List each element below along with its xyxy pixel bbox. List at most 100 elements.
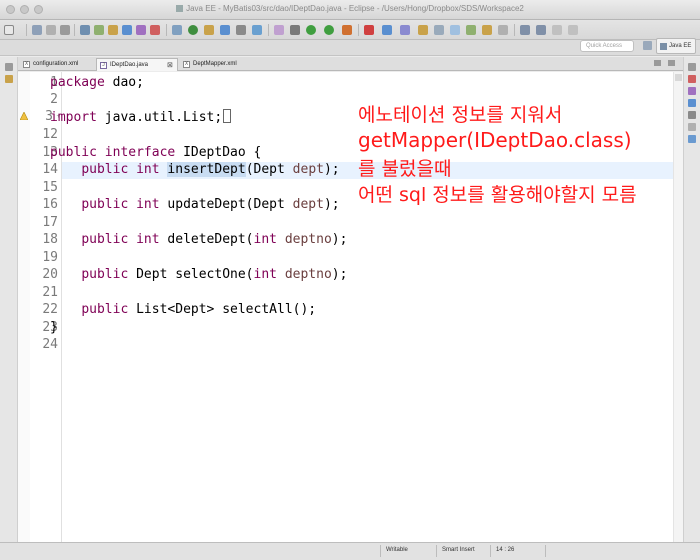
line-number: 15 <box>42 180 58 195</box>
open-task-icon[interactable] <box>220 25 230 35</box>
folder-icon[interactable] <box>108 25 118 35</box>
code-line: } <box>50 320 58 335</box>
code-line: public Dept selectOne(int deptno); <box>81 267 348 282</box>
status-separator <box>436 545 437 557</box>
status-separator <box>490 545 491 557</box>
toolbar-separator <box>26 24 27 36</box>
server-icon[interactable] <box>80 25 90 35</box>
next-annotation-icon[interactable] <box>520 25 530 35</box>
overview-ruler[interactable] <box>673 72 683 542</box>
document-icon <box>176 5 184 12</box>
toolbar-separator <box>268 24 269 36</box>
save-all-icon[interactable] <box>46 25 56 35</box>
status-separator <box>380 545 381 557</box>
data-source-icon[interactable] <box>688 123 696 131</box>
open-type-icon[interactable] <box>204 25 214 35</box>
cursor-position: 14 : 26 <box>496 547 515 553</box>
code-line: package dao; <box>50 75 144 90</box>
maximize-editor-icon[interactable] <box>668 60 675 66</box>
new-class-icon[interactable] <box>400 25 410 35</box>
search-icon[interactable] <box>236 25 246 35</box>
stop-icon[interactable] <box>150 25 160 35</box>
package-icon[interactable] <box>136 25 146 35</box>
properties-icon[interactable] <box>688 99 696 107</box>
java-ee-perspective-button[interactable]: Java EE <box>656 38 696 54</box>
profile-icon[interactable] <box>342 25 352 35</box>
title-bar: Java EE - MyBatis03/src/dao/IDeptDao.jav… <box>0 0 700 20</box>
restore-icon[interactable] <box>688 63 696 71</box>
annotation-text: getMapper(IDeptDao.class) <box>358 128 632 152</box>
run-external-icon[interactable] <box>188 25 198 35</box>
web-icon[interactable] <box>122 25 132 35</box>
annotation-icon[interactable] <box>252 25 262 35</box>
markers-icon[interactable] <box>688 87 696 95</box>
open-folder-icon[interactable] <box>418 25 428 35</box>
main-toolbar <box>0 20 700 40</box>
save-icon[interactable] <box>32 25 42 35</box>
edit-icon[interactable] <box>482 25 492 35</box>
writable-status: Writable <box>386 547 408 553</box>
java-ee-icon <box>660 43 667 50</box>
right-trim-bar <box>683 57 700 542</box>
database-icon[interactable] <box>94 25 104 35</box>
code-line: public int deleteDept(int deptno); <box>81 232 348 247</box>
code-line: import java.util.List; <box>50 109 232 125</box>
annotation-text: 어떤 sql 정보를 활용해야할지 모름 <box>358 184 637 206</box>
code-line: public int updateDept(Dept dept); <box>81 197 340 212</box>
skip-breakpoints-icon[interactable] <box>274 25 284 35</box>
tab-deptmapper-xml[interactable]: X DeptMapper.xml <box>180 58 258 71</box>
toolbar-separator <box>514 24 515 36</box>
new-java-project-icon[interactable] <box>364 25 374 35</box>
print-icon[interactable] <box>60 25 70 35</box>
code-editor[interactable]: 1 2 3 + 12 13 14 15 16 17 18 19 20 21 22… <box>18 72 683 542</box>
tab-configuration-xml[interactable]: X configuration.xml <box>20 58 94 71</box>
forward-arrow-icon[interactable] <box>568 25 578 35</box>
code-line: public int insertDept(Dept dept); <box>81 162 340 177</box>
console-icon[interactable] <box>688 135 696 143</box>
status-separator <box>545 545 546 557</box>
debug-icon[interactable] <box>324 25 334 35</box>
warning-icon[interactable] <box>20 112 28 120</box>
code-line: public List<Dept> selectAll(); <box>81 302 317 317</box>
new-icon[interactable] <box>4 25 14 35</box>
toolbar-separator <box>74 24 75 36</box>
run-icon[interactable] <box>306 25 316 35</box>
new-package-icon[interactable] <box>382 25 392 35</box>
line-number: 2 <box>50 92 58 107</box>
overview-marker[interactable] <box>675 74 682 81</box>
toolbar-separator <box>166 24 167 36</box>
tab-close-icon[interactable]: ⊠ <box>167 61 173 69</box>
globe-icon[interactable] <box>466 25 476 35</box>
insert-mode-status: Smart Insert <box>442 547 475 553</box>
left-trim-bar <box>0 57 18 542</box>
servers-icon[interactable] <box>688 111 696 119</box>
window-title: Java EE - MyBatis03/src/dao/IDeptDao.jav… <box>0 4 700 13</box>
line-number: 24 <box>42 337 58 352</box>
toolbar-separator <box>358 24 359 36</box>
settings-gear-icon[interactable] <box>290 25 300 35</box>
tab-ideptdao-java[interactable]: J IDeptDao.java ⊠ <box>96 58 178 71</box>
restore-icon[interactable] <box>5 63 13 71</box>
project-explorer-icon[interactable] <box>5 75 13 83</box>
line-number: 17 <box>42 215 58 230</box>
minimize-editor-icon[interactable] <box>654 60 661 66</box>
editor-tab-bar: X configuration.xml J IDeptDao.java ⊠ X … <box>18 57 683 71</box>
line-number: 21 <box>42 285 58 300</box>
code-line: public interface IDeptDao { <box>50 145 262 160</box>
status-bar: Writable Smart Insert 14 : 26 <box>0 542 700 560</box>
back-arrow-icon[interactable] <box>552 25 562 35</box>
java-interface-icon: J <box>100 62 107 69</box>
open-perspective-icon[interactable] <box>643 41 652 50</box>
annotation-text: 에노테이션 정보를 지워서 <box>358 104 563 126</box>
class-icon[interactable] <box>172 25 182 35</box>
xml-file-icon: X <box>23 61 30 68</box>
vertical-ruler <box>18 72 30 542</box>
outline-icon[interactable] <box>688 75 696 83</box>
quick-access-input[interactable]: Quick Access <box>580 40 634 52</box>
annotation-text: 를 불렀을때 <box>358 158 452 180</box>
mark-occurrences-icon[interactable] <box>498 25 508 35</box>
format-icon[interactable] <box>434 25 444 35</box>
eclipse-window: Java EE - MyBatis03/src/dao/IDeptDao.jav… <box>0 0 700 560</box>
previous-annotation-icon[interactable] <box>536 25 546 35</box>
pin-icon[interactable] <box>450 25 460 35</box>
